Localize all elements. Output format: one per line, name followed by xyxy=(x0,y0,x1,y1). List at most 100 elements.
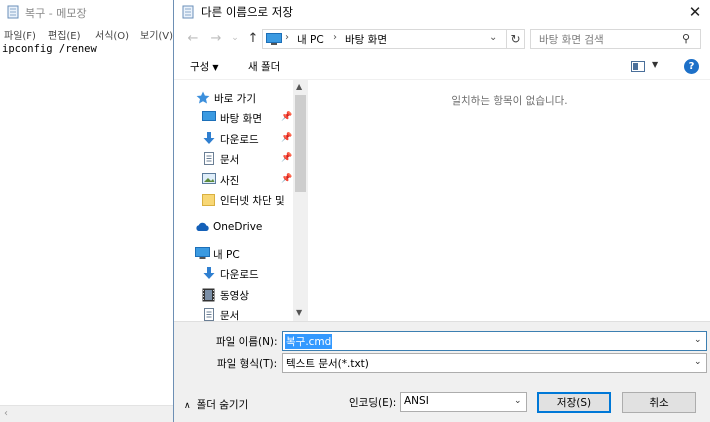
chevron-down-icon[interactable]: ▼ xyxy=(296,308,302,317)
nav-item-documents[interactable]: 문서 📌 xyxy=(202,150,294,168)
file-list-area[interactable]: 일치하는 항목이 없습니다. xyxy=(308,80,710,321)
nav-item-desktop[interactable]: 바탕 화면 📌 xyxy=(202,109,294,127)
file-name-label: 파일 이름(N): xyxy=(216,336,278,348)
nav-item-pictures[interactable]: 사진 📌 xyxy=(202,171,294,189)
nav-item-folder[interactable]: 인터넷 차단 및 xyxy=(202,191,294,209)
arrow-up-icon: ↑ xyxy=(247,30,259,46)
new-folder-button[interactable]: 새 폴더 xyxy=(248,59,280,74)
notepad-text-area[interactable]: ipconfig /renew xyxy=(2,43,97,55)
chevron-left-icon[interactable]: ‹ xyxy=(4,408,8,419)
breadcrumb-separator-icon: › xyxy=(285,32,289,43)
encoding-label: 인코딩(E): xyxy=(349,397,397,409)
nav-quick-access-label: 바로 가기 xyxy=(214,93,256,105)
search-placeholder: 바탕 화면 검색 xyxy=(539,34,604,46)
nav-onedrive-label: OneDrive xyxy=(213,221,263,233)
search-icon[interactable]: ⚲ xyxy=(682,32,690,45)
chevron-down-icon[interactable]: ⌄ xyxy=(489,32,497,43)
dialog-title-bar: 다른 이름으로 저장 ✕ xyxy=(174,0,710,24)
nav-item-label: 인터넷 차단 및 xyxy=(220,195,285,207)
close-button[interactable]: ✕ xyxy=(679,0,710,24)
nav-item-label: 다운로드 xyxy=(220,134,259,146)
nav-item-label: 문서 xyxy=(220,154,240,166)
notepad-menu-bar: 파일(F) 편집(E) 서식(O) 보기(V) xyxy=(0,25,180,43)
menu-file[interactable]: 파일(F) xyxy=(4,27,36,42)
this-pc-icon xyxy=(266,33,282,49)
chevron-down-icon: ⌄ xyxy=(514,396,522,406)
pin-icon: 📌 xyxy=(281,174,293,184)
nav-item-label: 다운로드 xyxy=(220,269,259,281)
pin-icon: 📌 xyxy=(281,133,293,143)
notepad-app-icon xyxy=(7,5,20,22)
chevron-down-icon: ⌄ xyxy=(231,33,239,43)
save-button[interactable]: 저장(S) xyxy=(537,392,611,413)
encoding-value: ANSI xyxy=(404,395,429,407)
file-type-label: 파일 형식(T): xyxy=(217,358,278,370)
navigation-pane: 바로 가기 바탕 화면 📌 다운로드 📌 문서 📌 사진 📌 인터넷 차단 및 xyxy=(174,80,307,321)
notepad-window: 복구 - 메모장 파일(F) 편집(E) 서식(O) 보기(V) ipconfi… xyxy=(0,0,180,422)
save-as-dialog: 다른 이름으로 저장 ✕ ← → ⌄ ↑ › 내 PC › 바탕 화면 ⌄ ↻ … xyxy=(173,0,710,422)
nav-item-label: 바탕 화면 xyxy=(220,113,262,125)
chevron-up-icon[interactable]: ▲ xyxy=(296,82,302,91)
desktop-icon xyxy=(202,111,216,124)
breadcrumb-this-pc[interactable]: 내 PC xyxy=(297,32,324,47)
pictures-icon xyxy=(202,173,216,186)
document-icon xyxy=(202,152,216,165)
pin-icon: 📌 xyxy=(281,112,293,122)
nav-item-label: 문서 xyxy=(220,310,240,321)
folder-icon xyxy=(202,193,216,206)
hide-folders-label: 폴더 숨기기 xyxy=(196,399,249,411)
encoding-select[interactable]: ANSI ⌄ xyxy=(400,392,527,412)
hide-folders-toggle[interactable]: ∧ 폴더 숨기기 xyxy=(184,397,248,412)
nav-item-label: 동영상 xyxy=(220,290,249,302)
notepad-title: 복구 - 메모장 xyxy=(25,7,87,20)
videos-icon xyxy=(202,288,216,302)
save-options-panel: 파일 이름(N): 복구.cmd ⌄ 파일 형식(T): 텍스트 문서(*.tx… xyxy=(174,321,710,422)
chevron-down-icon: ⌄ xyxy=(694,357,702,367)
menu-edit[interactable]: 편집(E) xyxy=(48,27,81,42)
chevron-down-icon[interactable]: ⌄ xyxy=(694,335,702,345)
scrollbar-thumb[interactable] xyxy=(295,95,306,192)
organize-label: 구성 xyxy=(190,61,210,73)
help-icon[interactable]: ? xyxy=(684,59,699,74)
address-bar[interactable]: › 내 PC › 바탕 화면 ⌄ ↻ xyxy=(262,29,525,49)
file-type-select[interactable]: 텍스트 문서(*.txt) ⌄ xyxy=(282,353,707,373)
this-pc-icon xyxy=(195,247,210,260)
cancel-button[interactable]: 취소 xyxy=(622,392,696,413)
caret-down-icon: ▼ xyxy=(212,63,219,72)
file-name-input[interactable]: 복구.cmd ⌄ xyxy=(282,331,707,351)
menu-format[interactable]: 서식(O) xyxy=(95,27,129,42)
document-icon xyxy=(202,308,216,321)
arrow-right-icon: → xyxy=(210,30,222,46)
dialog-title: 다른 이름으로 저장 xyxy=(201,5,293,19)
caret-down-icon[interactable]: ▼ xyxy=(652,60,658,69)
file-name-value: 복구.cmd xyxy=(285,334,333,349)
breadcrumb-desktop[interactable]: 바탕 화면 xyxy=(345,32,387,47)
chevron-up-icon: ∧ xyxy=(184,401,191,411)
search-box[interactable]: 바탕 화면 검색 ⚲ xyxy=(530,29,701,49)
breadcrumb-separator-icon: › xyxy=(333,32,337,43)
nav-item-label: 사진 xyxy=(220,175,240,187)
notepad-horizontal-scrollbar[interactable]: ‹ xyxy=(0,405,180,422)
organize-button[interactable]: 구성 ▼ xyxy=(190,59,218,74)
file-type-value: 텍스트 문서(*.txt) xyxy=(286,358,369,370)
menu-view[interactable]: 보기(V) xyxy=(140,27,173,42)
forward-button[interactable]: → xyxy=(207,29,225,47)
change-view-icon[interactable] xyxy=(631,61,645,72)
nav-this-pc-label: 내 PC xyxy=(213,249,240,261)
star-icon xyxy=(196,91,210,104)
refresh-icon: ↻ xyxy=(510,32,521,46)
back-button[interactable]: ← xyxy=(184,29,202,47)
download-icon xyxy=(202,267,216,280)
refresh-button[interactable]: ↻ xyxy=(506,30,524,48)
up-button[interactable]: ↑ xyxy=(244,29,262,47)
navigation-scrollbar[interactable]: ▲ ▼ xyxy=(293,80,308,321)
pin-icon: 📌 xyxy=(281,153,293,163)
download-icon xyxy=(202,132,216,145)
arrow-left-icon: ← xyxy=(187,30,199,46)
cloud-icon xyxy=(195,221,209,234)
notepad-app-icon xyxy=(182,5,195,22)
recent-locations-button[interactable]: ⌄ xyxy=(226,29,244,47)
command-bar: 구성 ▼ 새 폴더 ▼ ? xyxy=(174,55,710,80)
notepad-title-bar: 복구 - 메모장 xyxy=(0,0,180,24)
nav-item-downloads[interactable]: 다운로드 📌 xyxy=(202,130,294,148)
